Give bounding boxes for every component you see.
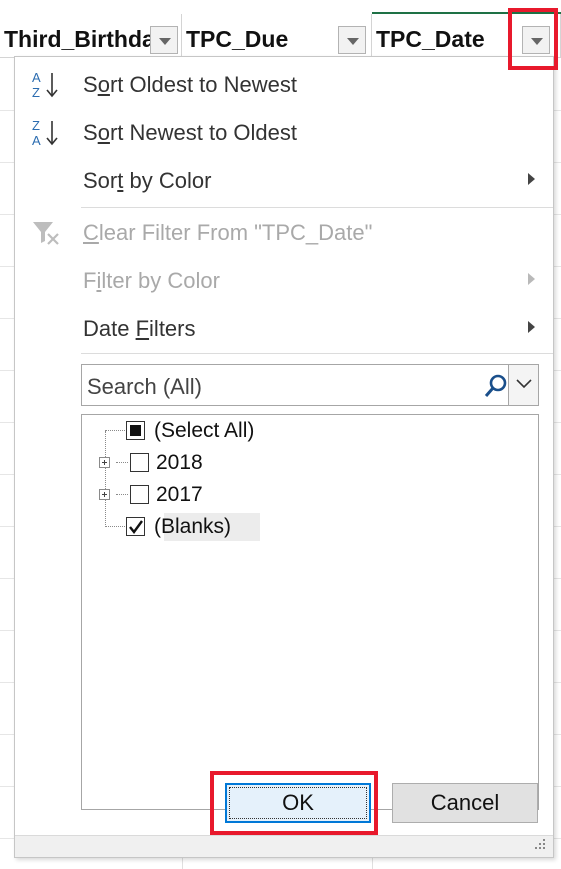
column-header-third-birthday[interactable]: Third_Birthday: [0, 14, 182, 58]
search-dropdown-button[interactable]: [508, 365, 538, 405]
highlight-box-ok: [210, 771, 378, 835]
tree-item-blanks[interactable]: (Blanks): [82, 511, 538, 543]
column-header-tpc-due[interactable]: TPC_Due: [182, 14, 372, 58]
submenu-arrow-icon: [528, 321, 535, 333]
tree-item-select-all[interactable]: (Select All): [82, 415, 538, 447]
menu-separator: [81, 207, 553, 208]
checkbox-2017[interactable]: [130, 485, 149, 504]
filter-value-tree: (Select All) 2018 2017 (Blanks): [81, 414, 539, 810]
menu-item-filter-by-color: Filter by Color: [15, 257, 553, 303]
submenu-arrow-icon: [528, 273, 535, 285]
menu-item-label: Sort Newest to Oldest: [83, 120, 298, 145]
svg-text:A: A: [32, 70, 41, 85]
menu-item-sort-oldest-to-newest[interactable]: A Z Sort Oldest to Newest: [15, 61, 553, 107]
checkbox-blanks[interactable]: [126, 517, 145, 536]
tree-item-label: 2017: [156, 483, 203, 506]
highlight-box-dropdown: [508, 8, 558, 70]
expand-plus-icon[interactable]: [99, 457, 110, 468]
menu-item-label: Filter by Color: [83, 268, 220, 293]
svg-text:Z: Z: [32, 118, 40, 133]
menu-item-sort-newest-to-oldest[interactable]: Z A Sort Newest to Oldest: [15, 109, 553, 155]
filter-dropdown-button[interactable]: [338, 26, 366, 54]
tree-item-2017[interactable]: 2017: [82, 479, 538, 511]
checkbox-select-all[interactable]: [126, 421, 145, 440]
menu-item-date-filters[interactable]: Date Filters: [15, 305, 553, 351]
expand-plus-icon[interactable]: [99, 489, 110, 500]
autofilter-dropdown-panel: A Z Sort Oldest to Newest Z A Sort Newes…: [14, 56, 554, 858]
tree-item-label: 2018: [156, 451, 203, 474]
menu-item-label: Date Filters: [83, 316, 196, 341]
column-header-label: TPC_Due: [186, 26, 289, 52]
tree-item-label: (Blanks): [154, 515, 232, 538]
cancel-button[interactable]: Cancel: [392, 783, 538, 823]
column-header-label: TPC_Date: [376, 26, 485, 52]
menu-item-label: Sort Oldest to Newest: [83, 72, 298, 97]
menu-item-label: Clear Filter From "TPC_Date": [83, 220, 373, 245]
filter-search-box[interactable]: Search (All): [81, 364, 539, 406]
column-header-label: Third_Birthday: [4, 26, 150, 52]
checkbox-2018[interactable]: [130, 453, 149, 472]
menu-separator: [81, 353, 553, 354]
resize-grip-icon[interactable]: [533, 837, 547, 851]
search-icon[interactable]: [482, 372, 510, 400]
chevron-down-icon: [516, 379, 532, 389]
svg-text:Z: Z: [32, 85, 40, 100]
tree-item-label: (Select All): [154, 419, 255, 442]
cancel-button-label: Cancel: [430, 790, 500, 815]
menu-item-label: Sort by Color: [83, 168, 212, 193]
sort-descending-icon: Z A: [32, 118, 58, 148]
submenu-arrow-icon: [528, 173, 535, 185]
menu-item-clear-filter: Clear Filter From "TPC_Date": [15, 209, 553, 255]
tree-item-2018[interactable]: 2018: [82, 447, 538, 479]
svg-text:A: A: [32, 133, 41, 148]
panel-status-bar: [15, 835, 553, 857]
filter-dropdown-button[interactable]: [150, 26, 178, 54]
search-input[interactable]: Search (All): [87, 374, 202, 400]
checkmark-icon: [129, 520, 143, 534]
clear-filter-icon: [33, 222, 59, 245]
menu-item-sort-by-color[interactable]: Sort by Color: [15, 157, 553, 203]
sort-ascending-icon: A Z: [32, 70, 58, 100]
